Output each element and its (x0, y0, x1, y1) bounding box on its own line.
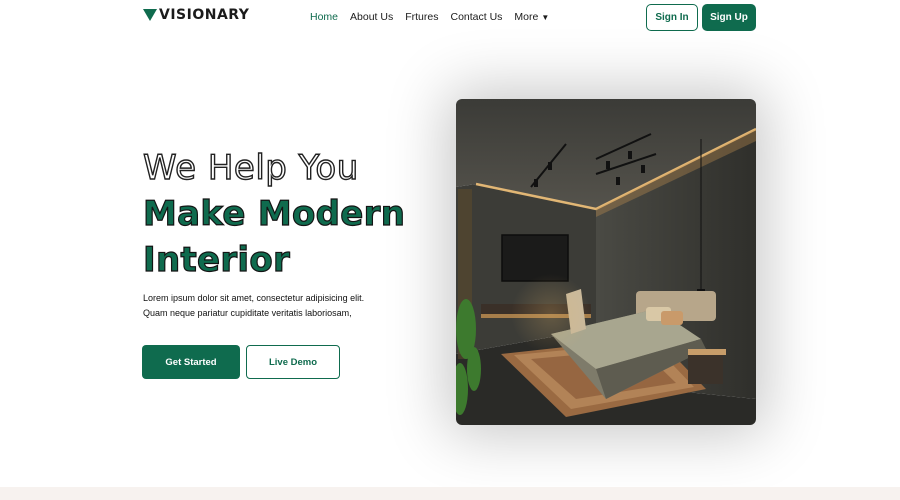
hero-title-line3: Interior (142, 239, 291, 280)
nav-features-link[interactable]: Frtures (405, 11, 438, 23)
main-menu: Home About Us Frtures Contact Us More ▼ (310, 11, 561, 23)
hero-title: We Help You Make Modern Interior (142, 145, 406, 283)
nav-about-link[interactable]: About Us (350, 11, 393, 23)
brand-logo[interactable]: VISIONARY (143, 7, 249, 23)
brand-name: VISIONARY (159, 7, 250, 23)
sign-in-button[interactable]: Sign In (646, 4, 698, 31)
navbar: VISIONARY Home About Us Frtures Contact … (0, 0, 900, 36)
hero-title-line1: We Help You (142, 147, 359, 188)
nav-contact-link[interactable]: Contact Us (450, 11, 502, 23)
caret-down-icon: ▼ (541, 12, 550, 22)
get-started-button[interactable]: Get Started (142, 345, 240, 379)
nav-home-link[interactable]: Home (310, 11, 338, 23)
logo-triangle-icon (143, 9, 157, 21)
live-demo-button[interactable]: Live Demo (246, 345, 340, 379)
footer-strip (0, 487, 900, 500)
sign-up-button[interactable]: Sign Up (702, 4, 756, 31)
hero-title-line2: Make Modern (142, 193, 406, 234)
bedroom-illustration (456, 99, 756, 425)
hero-description: Lorem ipsum dolor sit amet, consectetur … (143, 293, 365, 318)
nav-more-dropdown[interactable]: More ▼ (514, 11, 549, 23)
bedroom-interior-image (456, 99, 756, 425)
